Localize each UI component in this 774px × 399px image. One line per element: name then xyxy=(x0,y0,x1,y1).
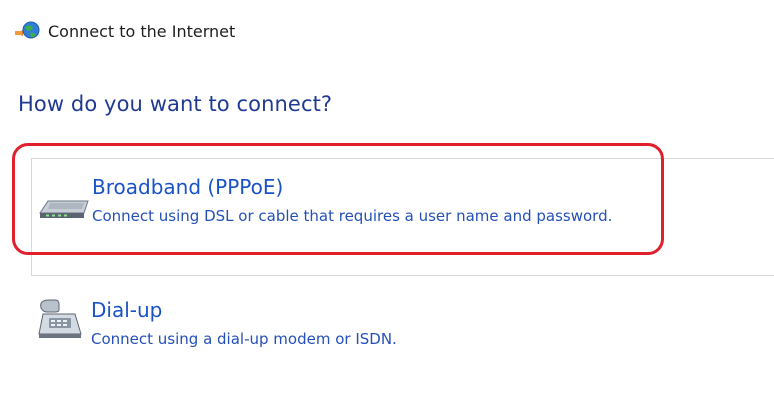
telephone-icon xyxy=(35,296,89,338)
selection-highlight xyxy=(12,143,664,255)
title-bar: Connect to the Internet xyxy=(14,18,235,44)
globe-network-icon xyxy=(14,19,42,43)
option-description: Connect using a dial-up modem or ISDN. xyxy=(91,330,397,348)
window-title: Connect to the Internet xyxy=(48,21,236,41)
page-heading: How do you want to connect? xyxy=(18,92,333,116)
option-dial-up[interactable]: Dial-up Connect using a dial-up modem or… xyxy=(31,286,774,366)
option-title: Dial-up xyxy=(91,298,163,322)
